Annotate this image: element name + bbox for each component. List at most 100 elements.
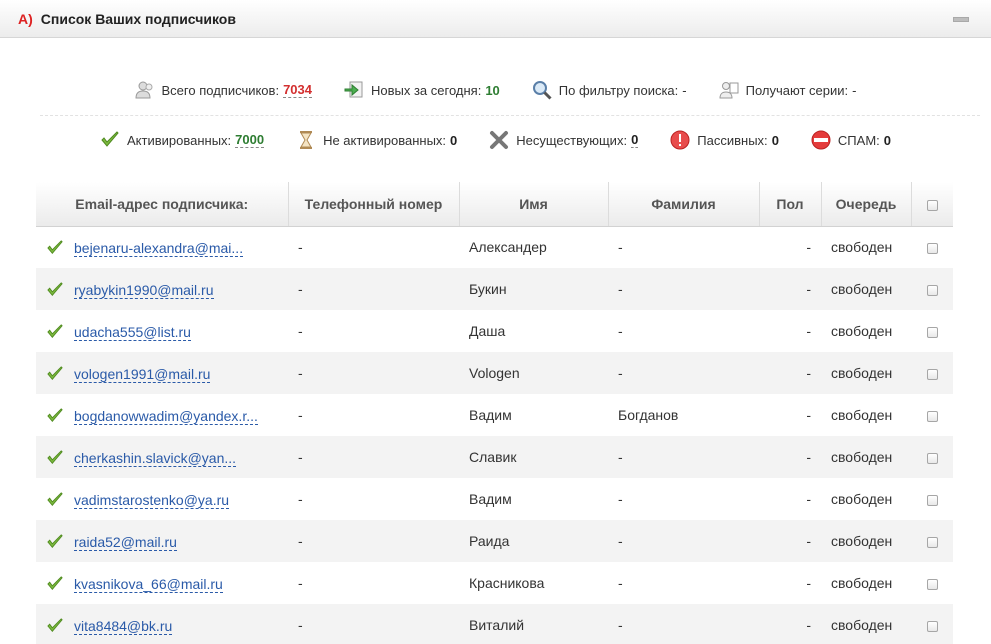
email-cell: raida52@mail.ru — [36, 520, 288, 562]
email-link[interactable]: vadimstarostenko@ya.ru — [74, 491, 230, 509]
col-header-last-name[interactable]: Фамилия — [608, 182, 760, 227]
first-name-cell: Красникова — [469, 575, 545, 591]
select-all-checkbox[interactable] — [926, 199, 938, 211]
stat-label: Несуществующих: — [516, 132, 628, 148]
row-checkbox[interactable] — [926, 243, 938, 255]
last-name-cell: - — [618, 323, 623, 339]
first-name-cell: Даша — [469, 323, 506, 339]
stat-label: Всего подписчиков: — [161, 82, 280, 98]
stat-label: Новых за сегодня: — [370, 82, 482, 98]
email-link[interactable]: kvasnikova_66@mail.ru — [74, 575, 223, 593]
col-header-select-all[interactable] — [911, 182, 953, 227]
row-checkbox[interactable] — [926, 494, 938, 506]
last-name-cell: - — [608, 268, 759, 310]
select-cell — [911, 562, 953, 604]
email-link[interactable]: ryabykin1990@mail.ru — [74, 281, 214, 299]
table-header-row: Email-адрес подписчика: Телефонный номер… — [36, 182, 953, 227]
series-users-icon — [719, 80, 739, 100]
panel-title: Список Ваших подписчиков — [40, 10, 236, 27]
table-row: bejenaru-alexandra@mai... - Александер -… — [36, 226, 953, 268]
select-cell — [911, 604, 953, 644]
last-name-cell: - — [608, 520, 759, 562]
phone-cell: - — [288, 352, 459, 394]
row-checkbox[interactable] — [926, 410, 938, 422]
activated-check-icon — [47, 323, 63, 338]
email-link[interactable]: vologen1991@mail.ru — [74, 365, 211, 383]
last-name-cell: - — [618, 239, 623, 256]
stat-label: Пассивных: — [697, 132, 768, 148]
stat-value: 0 — [771, 132, 779, 148]
queue-cell: свободен — [831, 491, 893, 507]
email-cell: vita8484@bk.ru — [36, 604, 288, 644]
phone-cell: - — [298, 575, 303, 591]
row-checkbox[interactable] — [926, 368, 938, 380]
row-checkbox[interactable] — [926, 284, 938, 296]
stat-value: 10 — [485, 82, 500, 98]
activated-check-icon — [47, 575, 63, 590]
subscribers-table: Email-адрес подписчика: Телефонный номер… — [36, 182, 953, 644]
row-checkbox[interactable] — [926, 536, 938, 548]
collapse-button[interactable] — [953, 17, 969, 22]
col-header-first-name[interactable]: Имя — [459, 182, 609, 227]
queue-cell: свободен — [831, 239, 893, 256]
stat-passive: Пассивных: 0 — [670, 130, 779, 150]
row-checkbox[interactable] — [926, 452, 938, 464]
stat-label: СПАМ: — [837, 132, 880, 148]
last-name-cell: - — [618, 575, 623, 591]
stat-value: 0 — [883, 132, 891, 148]
email-link[interactable]: cherkashin.slavick@yan... — [74, 449, 237, 467]
col-header-phone[interactable]: Телефонный номер — [288, 182, 460, 227]
row-checkbox[interactable] — [926, 326, 938, 338]
stat-not-activated: Не активированных: 0 — [296, 130, 457, 150]
activated-check-icon — [47, 240, 63, 254]
queue-cell: свободен — [821, 604, 911, 644]
row-checkbox[interactable] — [926, 578, 938, 590]
activated-check-icon — [47, 617, 63, 632]
last-name-cell: Богданов — [618, 407, 679, 423]
email-cell: kvasnikova_66@mail.ru — [36, 562, 288, 604]
queue-cell: свободен — [821, 520, 911, 562]
col-header-gender[interactable]: Пол — [759, 182, 822, 227]
stat-value[interactable]: 0 — [631, 132, 639, 148]
row-checkbox[interactable] — [926, 620, 938, 632]
stat-label: По фильтру поиска: — [558, 82, 679, 98]
email-link[interactable]: udacha555@list.ru — [74, 323, 191, 341]
phone-cell: - — [288, 520, 459, 562]
phone-cell: - — [298, 239, 303, 256]
phone-cell: - — [298, 491, 303, 507]
col-header-queue[interactable]: Очередь — [821, 182, 912, 227]
gender-cell: - — [806, 239, 811, 256]
panel-header: A) Список Ваших подписчиков — [0, 0, 991, 38]
email-link[interactable]: bogdanowwadim@yandex.r... — [74, 407, 258, 425]
gender-cell: - — [806, 491, 811, 507]
new-arrow-icon — [344, 80, 364, 100]
last-name-cell: - — [608, 436, 759, 478]
activated-check-icon — [47, 281, 63, 296]
email-cell: vologen1991@mail.ru — [36, 352, 288, 394]
stat-value[interactable]: 7000 — [235, 132, 265, 148]
select-cell — [911, 520, 953, 562]
email-cell: udacha555@list.ru — [36, 310, 288, 352]
magnifier-icon — [532, 80, 552, 100]
gender-cell: - — [759, 352, 821, 394]
email-link[interactable]: raida52@mail.ru — [74, 533, 177, 551]
table-row: vita8484@bk.ru - Виталий - - свободен — [36, 604, 953, 644]
table-row: bogdanowwadim@yandex.r... - Вадим Богдан… — [36, 394, 953, 436]
stat-filter: По фильтру поиска: - — [532, 80, 687, 100]
phone-cell: - — [298, 323, 303, 339]
queue-cell: свободен — [821, 352, 911, 394]
email-link[interactable]: bejenaru-alexandra@mai... — [74, 239, 244, 257]
stat-value[interactable]: 7034 — [283, 82, 312, 98]
table-row: kvasnikova_66@mail.ru - Красникова - - с… — [36, 562, 953, 604]
stat-total: Всего подписчиков: 7034 — [135, 80, 312, 100]
gender-cell: - — [759, 268, 821, 310]
email-link[interactable]: vita8484@bk.ru — [74, 617, 173, 635]
gender-cell: - — [759, 436, 821, 478]
last-name-cell: - — [608, 352, 759, 394]
table-row: vadimstarostenko@ya.ru - Вадим - - свобо… — [36, 478, 953, 520]
last-name-cell: - — [618, 491, 623, 507]
gender-cell: - — [806, 575, 811, 591]
stat-value: 0 — [450, 132, 458, 148]
col-header-email[interactable]: Email-адрес подписчика: — [36, 182, 289, 227]
activated-check-icon — [47, 407, 63, 422]
